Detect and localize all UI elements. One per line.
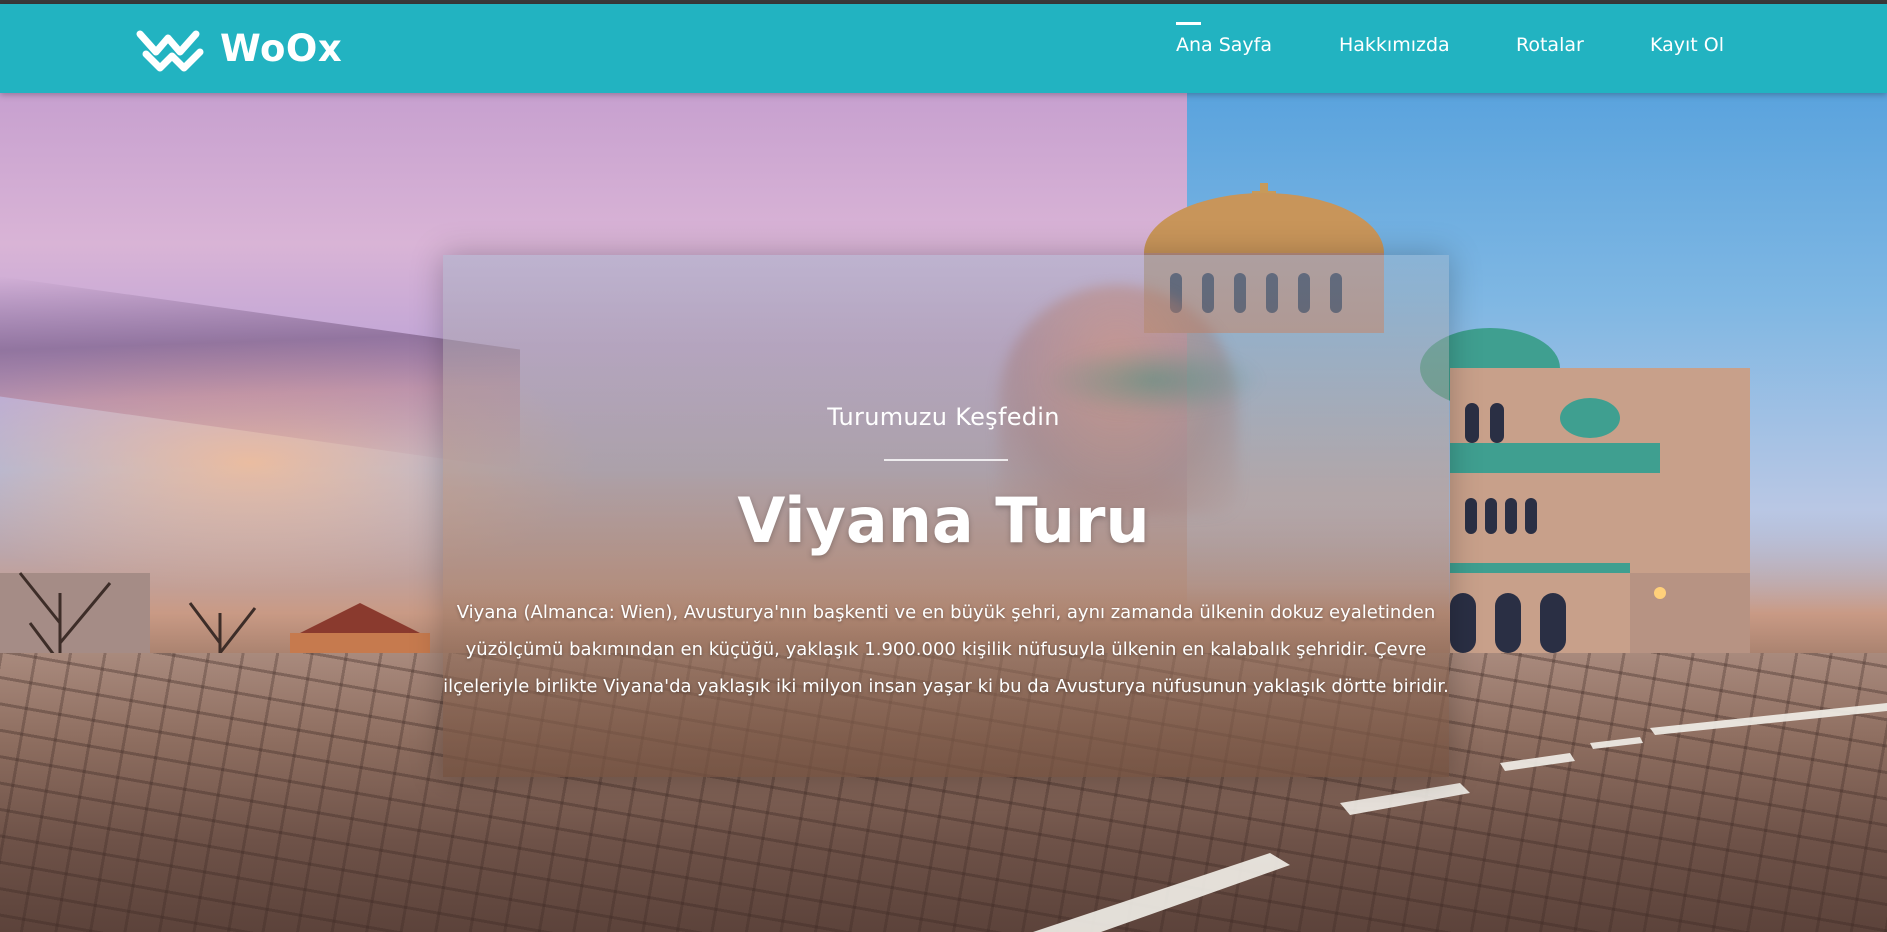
navbar: WoOx Ana Sayfa Hakkımızda Rotalar Kayıt …: [0, 4, 1887, 93]
hero-title: Viyana Turu: [737, 484, 1150, 557]
hero-description: Viyana (Almanca: Wien), Avusturya'nın ba…: [443, 602, 1449, 697]
nav-item-routes[interactable]: Rotalar: [1516, 34, 1584, 56]
brand-name: WoOx: [220, 26, 343, 70]
nav-item-home[interactable]: Ana Sayfa: [1176, 22, 1272, 56]
hero-subtitle: Turumuzu Keşfedin: [827, 403, 1060, 431]
hero-divider: [884, 459, 1008, 461]
nav-item-about[interactable]: Hakkımızda: [1339, 34, 1450, 56]
brand-logo[interactable]: WoOx: [136, 24, 342, 72]
nav-item-register[interactable]: Kayıt Ol: [1650, 34, 1724, 56]
woox-logo-icon: [136, 30, 204, 72]
